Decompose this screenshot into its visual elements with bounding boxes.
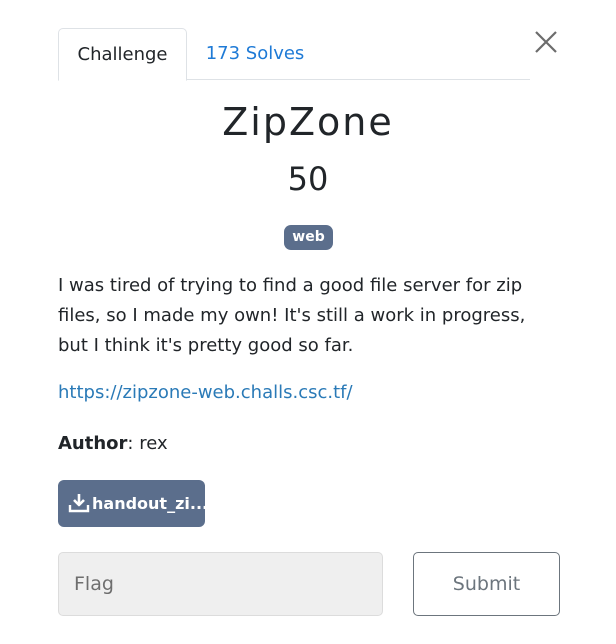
author-line: Author: rex (58, 433, 168, 454)
challenge-value: 50 (287, 160, 329, 198)
submit-button[interactable]: Submit (413, 552, 560, 616)
challenge-title: ZipZone (222, 100, 394, 144)
close-button[interactable] (532, 28, 560, 56)
flag-input[interactable] (58, 552, 383, 616)
tab-challenge[interactable]: Challenge (58, 28, 187, 81)
author-name: rex (139, 433, 168, 454)
challenge-description: I was tired of trying to find a good fil… (58, 275, 526, 356)
tab-solves[interactable]: 173 Solves (187, 28, 323, 80)
author-separator: : (127, 433, 140, 454)
close-icon (532, 28, 560, 56)
download-file-button[interactable]: handout_zi... (58, 480, 205, 527)
author-label: Author (58, 433, 128, 454)
download-icon (68, 493, 90, 513)
download-file-label: handout_zi... (92, 494, 205, 513)
tab-bar: Challenge 173 Solves (58, 28, 530, 81)
category-badge: web (284, 225, 333, 250)
challenge-link[interactable]: https://zipzone-web.challs.csc.tf/ (58, 382, 353, 403)
